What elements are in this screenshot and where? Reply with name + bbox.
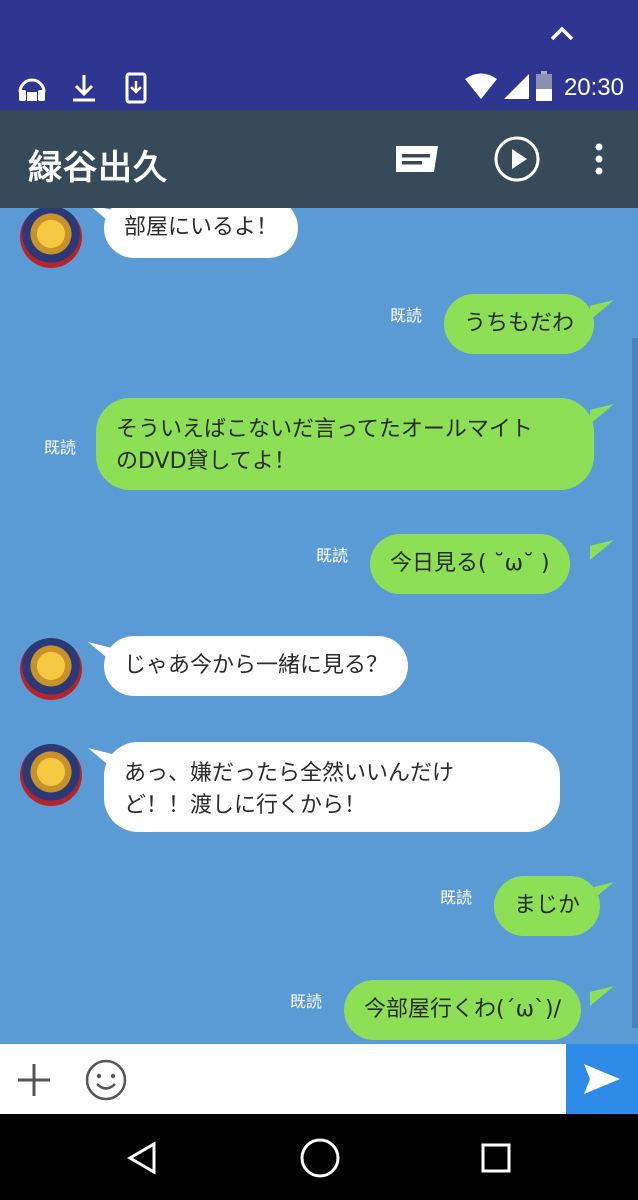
message-input-bar (0, 1044, 638, 1114)
bubble-tail (590, 882, 614, 902)
play-circle-icon[interactable] (492, 134, 542, 184)
read-receipt: 既読 (44, 438, 77, 457)
message-bubble[interactable]: そういえばこないだ言ってたオールマイト のDVD貸してよ！ (96, 398, 594, 490)
send-button[interactable] (566, 1044, 638, 1114)
message-bubble[interactable]: あっ、嫌だったら全然いいんだけ ど！！渡しに行くから！ (104, 742, 560, 832)
message-bubble[interactable]: 今日見る( ˘ω˘ ) (370, 534, 570, 594)
bubble-tail (590, 986, 614, 1006)
phone-download-icon (120, 72, 152, 104)
message-icon[interactable] (392, 134, 442, 184)
bubble-tail (590, 300, 614, 320)
emoji-icon[interactable] (84, 1058, 128, 1102)
avatar[interactable] (20, 208, 82, 268)
more-vert-icon[interactable] (574, 134, 624, 184)
signal-icon (503, 72, 530, 104)
app-bar: 緑谷出久 (0, 110, 638, 208)
message-bubble[interactable]: まじか (494, 876, 601, 936)
bubble-tail (590, 404, 614, 424)
recents-icon[interactable] (474, 1136, 518, 1180)
avatar[interactable] (20, 744, 82, 806)
clock-time: 20:30 (563, 74, 624, 101)
status-bar: 20:30 (0, 0, 638, 110)
message-line: のDVD貸してよ！ (116, 449, 296, 474)
scrollbar[interactable] (632, 338, 638, 1028)
message-bubble[interactable]: 今部屋行くわ(´ω`)/ (344, 980, 582, 1040)
back-icon[interactable] (120, 1136, 164, 1180)
message-line: そういえばこないだ言ってたオールマイト (116, 417, 533, 442)
home-icon[interactable] (298, 1136, 342, 1180)
message-bubble[interactable]: うちもだわ (444, 294, 595, 354)
send-icon (584, 1064, 620, 1094)
message-input[interactable] (140, 1054, 560, 1104)
download-icon (68, 72, 100, 104)
message-line: ど！！渡しに行くから！ (124, 793, 367, 818)
read-receipt: 既読 (316, 546, 349, 565)
message-bubble[interactable]: 部屋にいるよ！ (104, 208, 299, 258)
bubble-tail (590, 540, 614, 560)
plus-icon[interactable] (14, 1060, 54, 1100)
navigation-bar (0, 1114, 638, 1200)
headphones-icon (16, 72, 48, 104)
chat-title: 緑谷出久 (28, 148, 168, 188)
wifi-icon (464, 72, 498, 104)
chat-area[interactable]: 部屋にいるよ！ 既読 うちもだわ 既読 そういえばこないだ言ってたオールマイト … (0, 208, 638, 1044)
battery-icon (535, 71, 552, 105)
avatar[interactable] (20, 638, 82, 700)
read-receipt: 既読 (390, 306, 423, 325)
screen: 20:30 緑谷出久 部屋にいるよ！ 既読 うちもだわ 既読 そういえばこないだ… (0, 0, 638, 1200)
read-receipt: 既読 (290, 992, 323, 1011)
message-line: あっ、嫌だったら全然いいんだけ (124, 761, 455, 786)
expand-chevron-icon[interactable] (548, 24, 576, 44)
message-bubble[interactable]: じゃあ今から一緒に見る？ (104, 636, 409, 696)
read-receipt: 既読 (440, 888, 473, 907)
